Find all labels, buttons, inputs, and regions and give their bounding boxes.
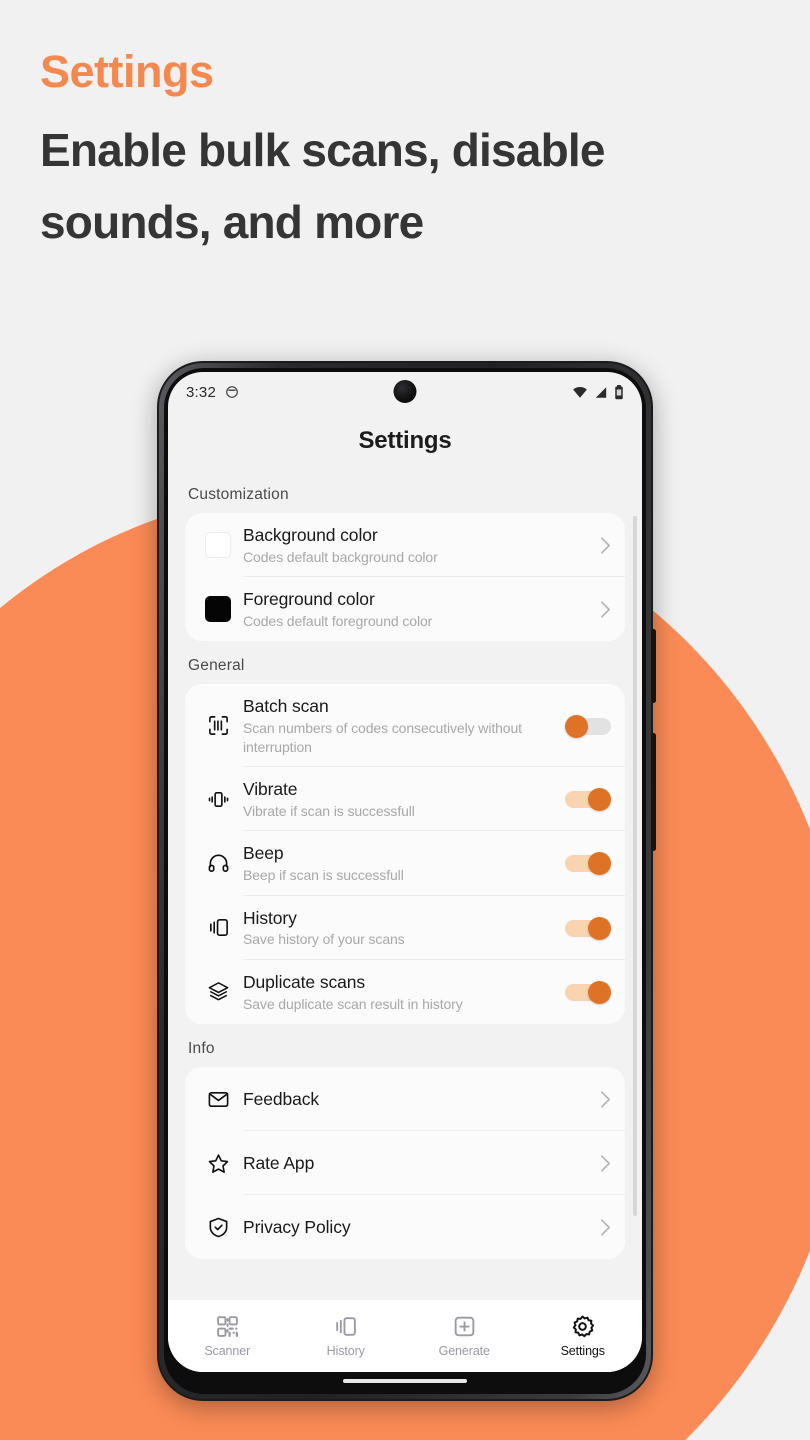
chevron-right-icon [587,600,611,619]
wifi-icon [572,386,588,399]
plus-box-icon [452,1314,477,1339]
status-bar-right [572,384,624,400]
promo-title: Enable bulk scans, disable sounds, and m… [40,123,605,249]
nav-item-scanner[interactable]: Scanner [168,1314,287,1358]
home-indicator[interactable] [343,1379,467,1383]
status-bar: 3:32 [168,372,642,412]
color-swatch-dark-icon [195,596,241,623]
phone-volume-button [651,733,656,851]
phone-mockup: 3:32 Settings Customization Background c… [157,361,656,1401]
settings-row-vibrate[interactable]: Vibrate Vibrate if scan is successfull [185,767,625,832]
barcode-scan-icon [195,714,241,737]
row-title: Rate App [243,1152,315,1173]
app-bar-title: Settings [358,427,452,454]
scrollbar-thumb[interactable] [633,516,637,1216]
row-title: Batch scan [243,696,329,717]
toggle-history[interactable] [565,916,611,940]
toggle-beep[interactable] [565,852,611,876]
section-label-general: General [188,657,245,675]
chevron-right-icon [587,536,611,555]
color-swatch-light-icon [195,532,241,559]
settings-row-foreground-color[interactable]: Foreground color Codes default foregroun… [185,577,625,641]
status-clock: 3:32 [186,383,216,401]
bottom-navigation-bar: Scanner History Generate Settings [168,1300,642,1372]
toggle-vibrate[interactable] [565,788,611,812]
row-subtitle: Save history of your scans [243,931,405,948]
history-cards-icon [195,916,241,939]
headphones-icon [195,852,241,875]
status-bar-left: 3:32 [186,384,239,401]
row-subtitle: Codes default background color [243,548,438,565]
nav-label: History [326,1344,365,1358]
row-title: Vibrate [243,779,298,800]
circle-notification-icon [225,385,239,399]
row-subtitle: Scan numbers of codes consecutively with… [243,720,522,755]
camera-punch-hole [393,380,417,403]
row-subtitle: Beep if scan is successfull [243,867,404,884]
phone-power-button [651,629,656,703]
cards-icon [333,1314,358,1339]
settings-row-history[interactable]: History Save history of your scans [185,896,625,960]
settings-row-feedback[interactable]: Feedback [185,1067,625,1131]
row-title: Foreground color [243,589,375,610]
star-icon [195,1152,241,1175]
settings-row-rate-app[interactable]: Rate App [185,1131,625,1195]
screenshot-canvas: Settings Enable bulk scans, disable soun… [0,0,810,1440]
section-label-info: Info [188,1040,215,1057]
row-subtitle: Save duplicate scan result in history [243,995,463,1012]
nav-item-history[interactable]: History [287,1314,406,1358]
mail-icon [195,1088,241,1111]
settings-row-background-color[interactable]: Background color Codes default backgroun… [185,513,625,578]
chevron-right-icon [587,1154,611,1173]
vibrate-icon [195,788,241,811]
chevron-right-icon [587,1090,611,1109]
settings-row-batch-scan[interactable]: Batch scan Scan numbers of codes consecu… [185,684,625,768]
cell-signal-icon [594,386,608,399]
card-customization: Background color Codes default backgroun… [185,513,625,642]
nav-item-settings[interactable]: Settings [524,1314,643,1358]
nav-label: Scanner [204,1344,251,1358]
settings-row-privacy-policy[interactable]: Privacy Policy [185,1195,625,1259]
card-general: Batch scan Scan numbers of codes consecu… [185,684,625,1024]
layers-icon [195,980,241,1003]
home-indicator-area [168,1372,642,1390]
qr-code-icon [215,1314,240,1339]
card-info: Feedback Rate App Privacy Policy [185,1067,625,1259]
settings-row-beep[interactable]: Beep Beep if scan is successfull [185,831,625,896]
toggle-batch-scan[interactable] [565,714,611,738]
nav-label: Settings [560,1344,605,1358]
row-title: Beep [243,843,284,864]
row-title: Background color [243,525,378,545]
gear-icon [570,1314,595,1339]
row-subtitle: Codes default foreground color [243,612,433,629]
chevron-right-icon [587,1218,611,1237]
nav-label: Generate [438,1344,490,1358]
shield-check-icon [195,1216,241,1239]
row-title: History [243,907,297,928]
row-title: Duplicate scans [243,971,366,992]
promo-header: Settings Enable bulk scans, disable soun… [40,46,780,259]
promo-eyebrow: Settings [40,46,214,97]
settings-row-duplicate-scans[interactable]: Duplicate scans Save duplicate scan resu… [185,960,625,1024]
phone-screen: 3:32 Settings Customization Background c… [168,372,642,1372]
row-subtitle: Vibrate if scan is successfull [243,802,415,819]
settings-scroll-area[interactable]: Customization Background color Codes def… [168,470,642,1300]
toggle-duplicate-scans[interactable] [565,980,611,1004]
row-title: Privacy Policy [243,1216,351,1237]
row-title: Feedback [243,1088,320,1109]
battery-icon [614,384,624,400]
nav-item-generate[interactable]: Generate [405,1314,524,1358]
section-label-customization: Customization [188,486,289,503]
